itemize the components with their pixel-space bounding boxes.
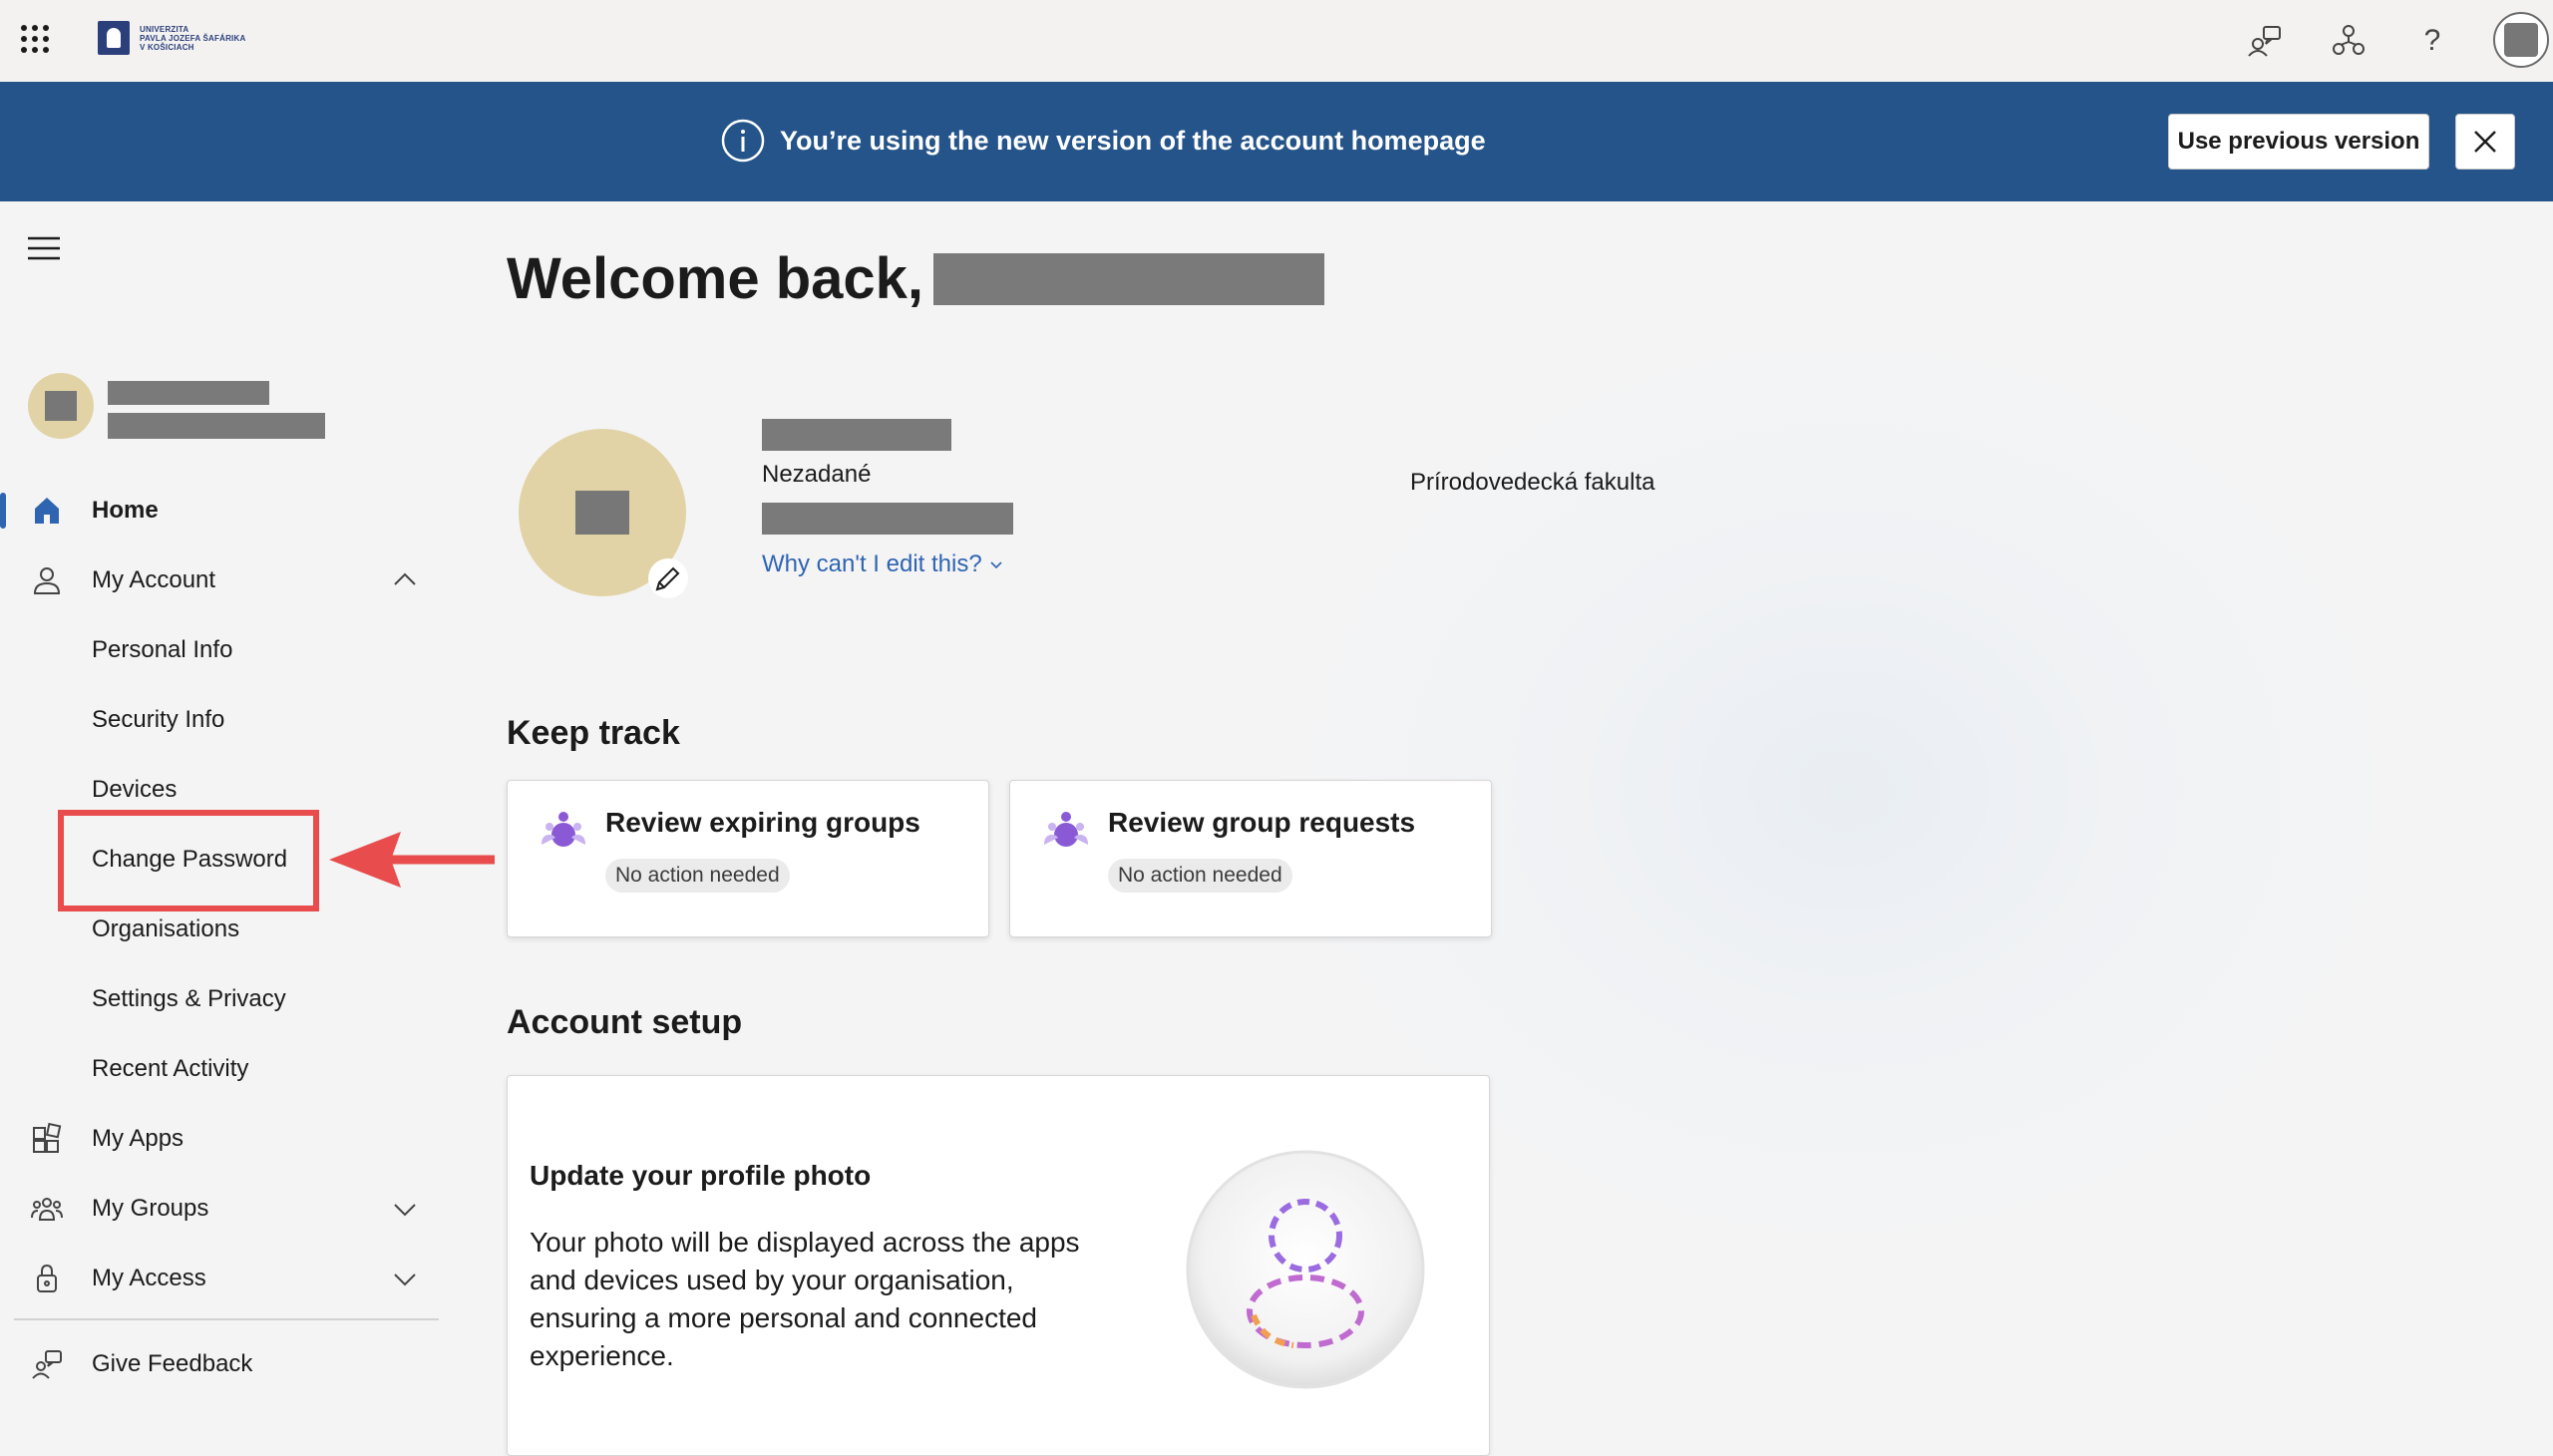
update-profile-photo-card[interactable]: Update your profile photo Your photo wil…: [507, 1075, 1490, 1456]
account-avatar-button[interactable]: [2493, 12, 2549, 68]
chevron-up-icon[interactable]: [391, 566, 419, 594]
chevron-down-icon[interactable]: [391, 1265, 419, 1292]
profile-faculty: Prírodovedecká fakulta: [1410, 469, 1655, 496]
groups-icon: [31, 1198, 63, 1221]
sidebar-item-label: My Groups: [92, 1195, 209, 1222]
redacted-profile-name: [762, 419, 951, 451]
why-cant-edit-label: Why can't I edit this?: [762, 550, 982, 577]
help-icon[interactable]: ?: [2411, 20, 2453, 62]
sidebar-item-label: My Apps: [92, 1125, 184, 1152]
sidebar-item-devices[interactable]: Devices: [92, 776, 177, 804]
menu-toggle-icon[interactable]: [26, 233, 62, 263]
close-icon: [2474, 131, 2496, 153]
app-launcher-icon[interactable]: [18, 22, 52, 56]
card-title: Update your profile photo: [530, 1160, 872, 1191]
annotation-arrow-icon: [329, 832, 495, 888]
profile-photo-redacted: [575, 491, 629, 535]
chevron-down-icon[interactable]: [391, 1195, 419, 1223]
card-title: Review group requests: [1108, 807, 1416, 838]
groups-icon: [542, 812, 585, 847]
review-expiring-groups-card[interactable]: Review expiring groups No action needed: [507, 780, 989, 937]
logo-text: UNIVERZITA PAVLA JOZEFA ŠAFÁRIKA V KOŠIC…: [140, 25, 245, 52]
chevron-down-icon: [990, 561, 1002, 569]
redacted-user-name: [108, 381, 269, 405]
sidebar-item-label: Give Feedback: [92, 1350, 253, 1377]
sidebar-item-my-access[interactable]: My Access: [0, 1251, 439, 1306]
groups-icon: [1044, 812, 1088, 847]
sidebar-item-security-info[interactable]: Security Info: [92, 706, 224, 734]
banner-text: You’re using the new version of the acco…: [780, 125, 1486, 156]
logo-line-3: V KOŠICIACH: [140, 42, 194, 52]
feedback-icon[interactable]: [2244, 20, 2286, 62]
annotation-highlight-box: [58, 810, 319, 911]
keep-track-heading: Keep track: [507, 714, 680, 752]
person-icon: [33, 567, 61, 594]
sidebar-item-label: My Account: [92, 566, 216, 593]
new-version-banner: You’re using the new version of the acco…: [0, 82, 2553, 201]
card-description: Your photo will be displayed across the …: [530, 1227, 1080, 1371]
lock-icon: [37, 1264, 57, 1292]
avatar-redacted: [2504, 23, 2538, 57]
organization-icon[interactable]: [2328, 20, 2370, 62]
account-setup-heading: Account setup: [507, 1003, 743, 1041]
university-logo[interactable]: UNIVERZITA PAVLA JOZEFA ŠAFÁRIKA V KOŠIC…: [98, 21, 245, 55]
close-banner-button[interactable]: [2455, 114, 2515, 170]
info-icon: [721, 119, 765, 163]
feedback-icon: [32, 1350, 62, 1379]
status-badge: No action needed: [1108, 859, 1292, 893]
sidebar-item-give-feedback[interactable]: Give Feedback: [0, 1336, 439, 1392]
sidebar-item-my-apps[interactable]: My Apps: [0, 1111, 439, 1167]
logo-line-2: PAVLA JOZEFA ŠAFÁRIKA: [140, 33, 246, 43]
sidebar-item-my-groups[interactable]: My Groups: [0, 1181, 439, 1237]
use-previous-version-button[interactable]: Use previous version: [2168, 114, 2429, 170]
review-group-requests-card[interactable]: Review group requests No action needed: [1009, 780, 1492, 937]
sidebar-item-organisations[interactable]: Organisations: [92, 915, 239, 943]
redacted-profile-email: [762, 503, 1013, 535]
welcome-text: Welcome back,: [507, 246, 924, 311]
apps-icon: [33, 1122, 62, 1153]
sidebar-item-recent-activity[interactable]: Recent Activity: [92, 1055, 248, 1083]
sidebar-user-avatar: [28, 373, 94, 439]
redacted-user-email: [108, 413, 325, 439]
sidebar-item-personal-info[interactable]: Personal Info: [92, 636, 232, 664]
card-title: Review expiring groups: [605, 807, 920, 838]
profile-department: Nezadané: [762, 461, 872, 488]
home-icon: [35, 498, 59, 524]
sidebar-item-home[interactable]: Home: [0, 483, 439, 539]
sidebar-item-settings-privacy[interactable]: Settings & Privacy: [92, 985, 286, 1013]
redacted-welcome-name: [933, 252, 1325, 305]
page-title: Welcome back,: [507, 245, 1325, 312]
university-crest-icon: [98, 21, 130, 55]
sidebar-divider: [14, 1318, 439, 1320]
sidebar-item-label: Home: [92, 497, 159, 524]
pencil-icon: [655, 566, 680, 591]
status-badge: No action needed: [605, 859, 790, 893]
profile-photo-illustration-icon: [1186, 1150, 1425, 1389]
avatar-redacted: [45, 391, 77, 421]
banner-message: You’re using the new version of the acco…: [720, 118, 1486, 164]
top-bar: UNIVERZITA PAVLA JOZEFA ŠAFÁRIKA V KOŠIC…: [0, 0, 2553, 82]
sidebar-item-my-account[interactable]: My Account: [0, 552, 439, 608]
sidebar-item-label: My Access: [92, 1265, 206, 1291]
edit-photo-button[interactable]: [648, 558, 688, 598]
logo-line-1: UNIVERZITA: [140, 24, 189, 34]
why-cant-edit-link[interactable]: Why can't I edit this?: [762, 550, 1004, 578]
